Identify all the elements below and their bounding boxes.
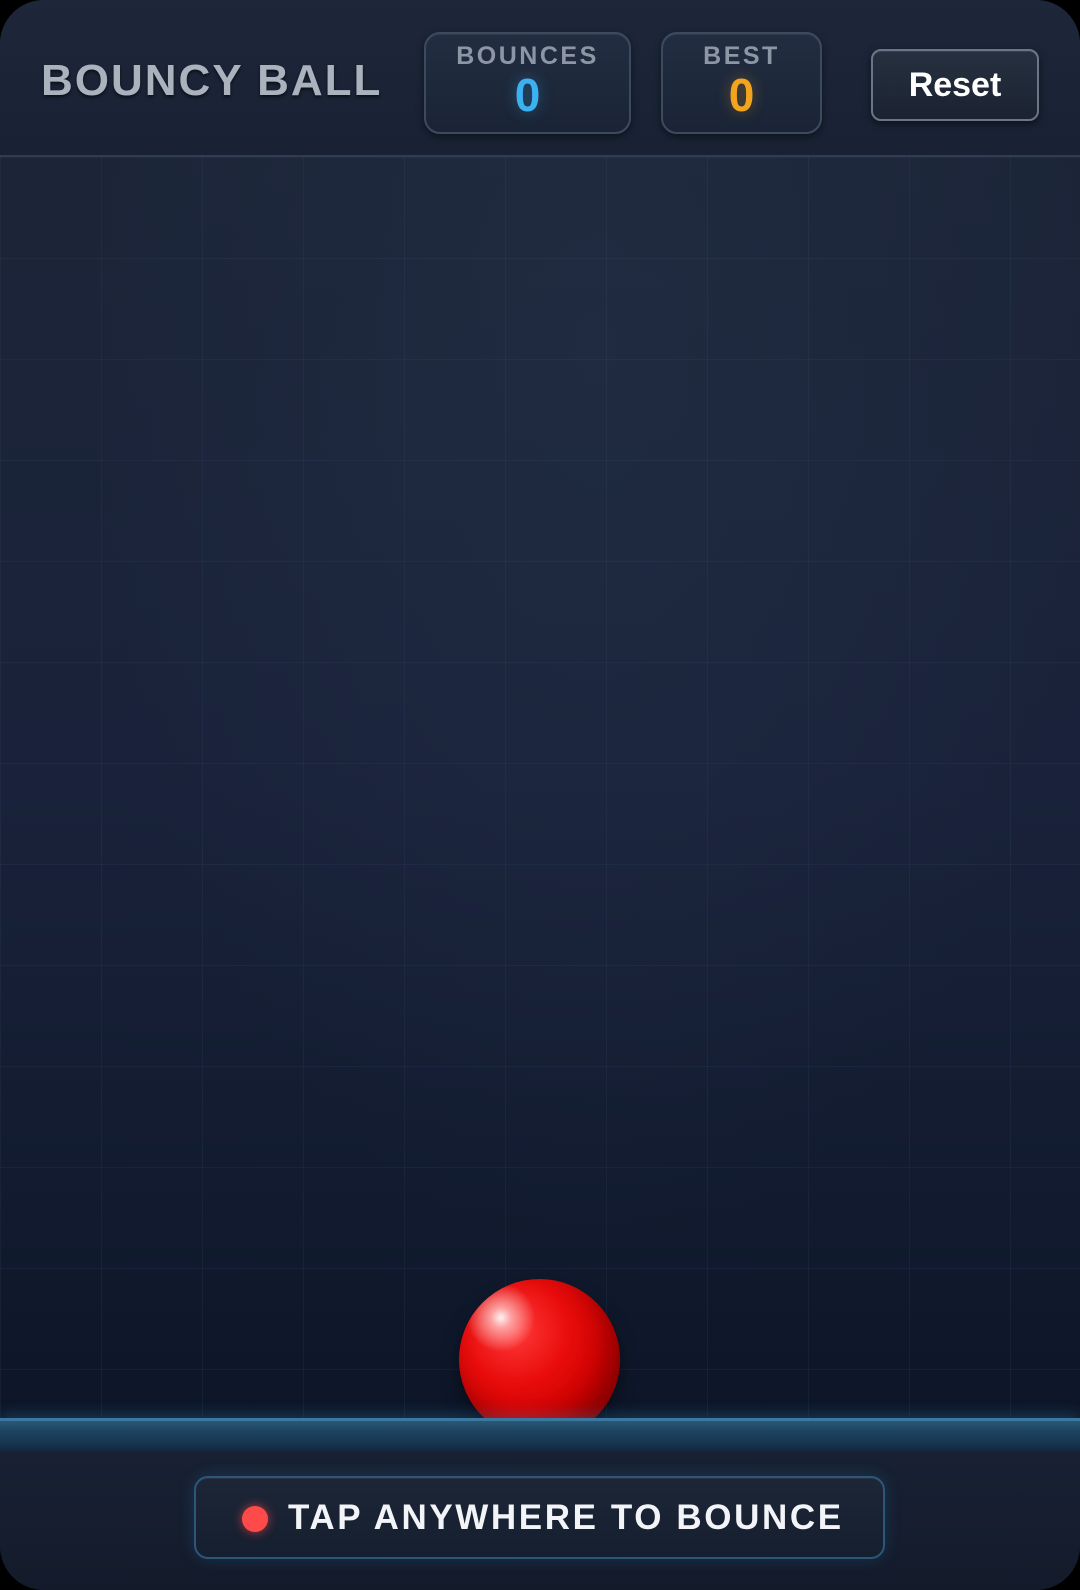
game-window: BOUNCY BALL BOUNCES 0 BEST 0 Reset TAP A… [0, 0, 1080, 1590]
background-grid [0, 157, 1080, 1418]
bounces-label: BOUNCES [456, 42, 599, 70]
tap-hint: TAP ANYWHERE TO BOUNCE [194, 1476, 885, 1559]
best-label: BEST [703, 42, 780, 70]
red-dot-icon [242, 1506, 268, 1532]
best-score: BEST 0 [661, 32, 822, 134]
floor [0, 1418, 1080, 1452]
reset-button[interactable]: Reset [871, 49, 1039, 121]
header-bar: BOUNCY BALL BOUNCES 0 BEST 0 Reset [0, 0, 1080, 157]
tap-hint-text: TAP ANYWHERE TO BOUNCE [288, 1498, 844, 1537]
play-area[interactable] [0, 157, 1080, 1418]
bounces-counter: BOUNCES 0 [424, 32, 631, 134]
bounces-value: 0 [514, 69, 541, 121]
red-ball[interactable] [459, 1279, 620, 1440]
best-value: 0 [728, 69, 755, 121]
game-title: BOUNCY BALL [41, 56, 383, 105]
footer-bar: TAP ANYWHERE TO BOUNCE [0, 1452, 1080, 1590]
